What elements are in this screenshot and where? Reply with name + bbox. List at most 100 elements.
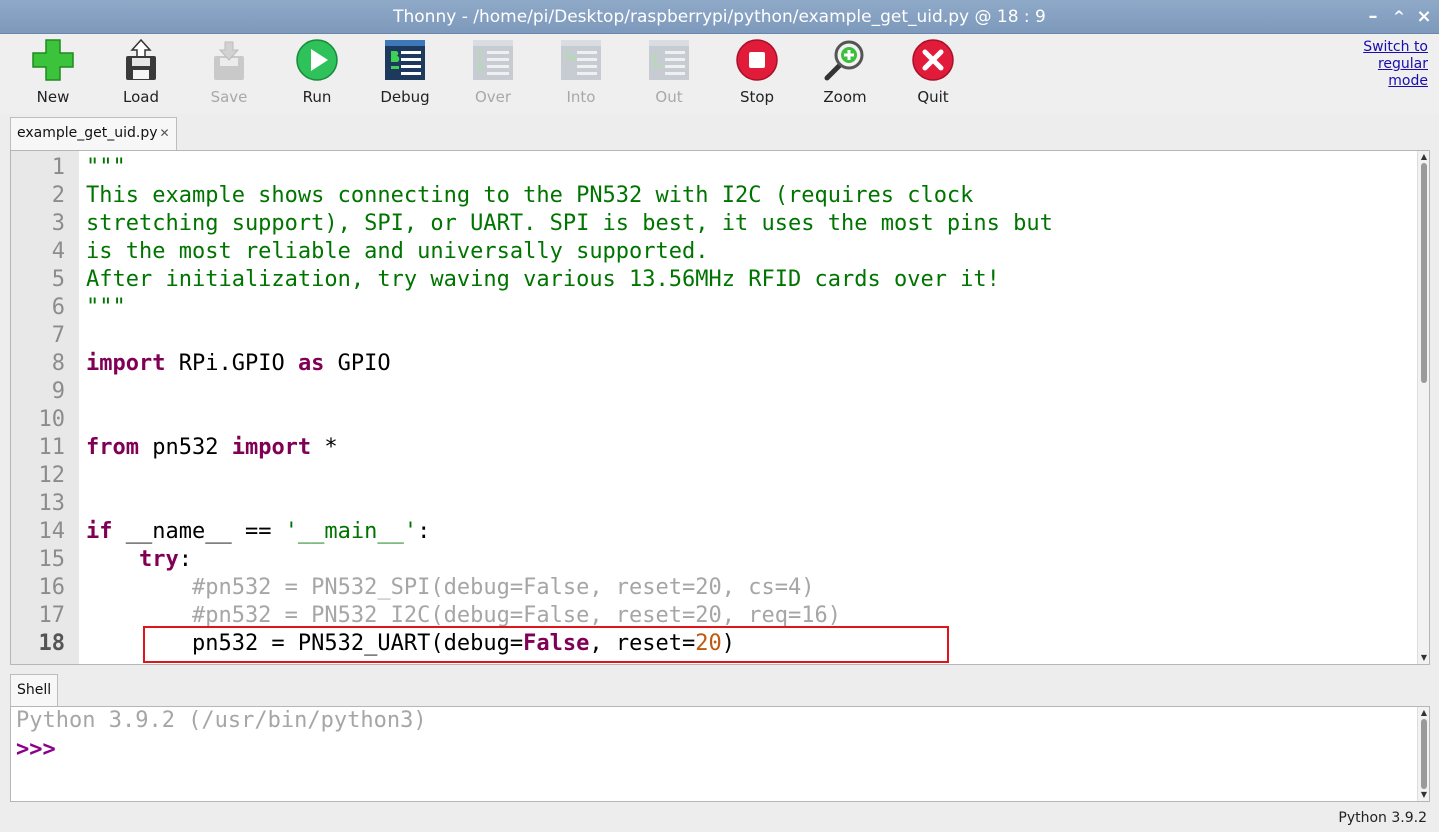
code-editor[interactable]: 1 2 3 4 5 6 7 8 9 10 11 12 13 14 15 16 1… xyxy=(10,150,1430,665)
keyword-import: import xyxy=(86,351,166,376)
scroll-down-icon[interactable]: ▼ xyxy=(1418,652,1429,664)
keyword-try: try xyxy=(138,547,179,572)
tab-close-icon[interactable]: ✕ xyxy=(160,126,170,140)
scrollbar-thumb[interactable] xyxy=(1421,163,1427,383)
shell-prompt: >>> xyxy=(16,737,56,762)
save-label: Save xyxy=(210,88,248,106)
line-number: 10 xyxy=(38,407,66,432)
code-text: * xyxy=(311,435,338,460)
editor-scrollbar[interactable]: ▲ ▼ xyxy=(1417,151,1429,664)
new-file-icon xyxy=(32,39,74,81)
line-number: 17 xyxy=(38,603,66,628)
scroll-up-icon[interactable]: ▲ xyxy=(1418,151,1429,163)
zoom-magnifier-icon xyxy=(824,40,864,81)
line-number: 12 xyxy=(38,463,66,488)
line-number: 14 xyxy=(38,519,66,544)
save-button[interactable]: Save xyxy=(189,38,269,110)
load-button[interactable]: Load xyxy=(101,38,181,110)
current-line-number: 18 xyxy=(38,631,66,656)
keyword-import: import xyxy=(231,435,312,460)
new-button[interactable]: New xyxy=(13,38,93,110)
code-line-11: from pn532 import * xyxy=(86,434,338,462)
out-label: Out xyxy=(655,88,683,106)
maximize-button[interactable]: ^ xyxy=(1388,6,1410,28)
load-label: Load xyxy=(123,88,159,106)
editor-tabstrip: example_get_uid.py ✕ xyxy=(10,117,1429,150)
debug-label: Debug xyxy=(380,88,430,106)
title-bar[interactable]: Thonny - /home/pi/Desktop/raspberrypi/py… xyxy=(0,0,1439,34)
zoom-button[interactable]: Zoom xyxy=(805,38,885,110)
shell-tabstrip: Shell xyxy=(10,674,1429,706)
stop-label: Stop xyxy=(739,88,775,106)
code-line-6: """ xyxy=(86,295,126,320)
close-window-button[interactable]: × xyxy=(1413,6,1435,28)
code-line-4: is the most reliable and universally sup… xyxy=(86,239,709,264)
shell-scrollbar[interactable]: ▲ ▼ xyxy=(1417,707,1429,801)
tab-example-get-uid[interactable]: example_get_uid.py ✕ xyxy=(10,117,177,150)
step-into-button[interactable]: Into xyxy=(541,38,621,110)
code-line-3: stretching support), SPI, or UART. SPI i… xyxy=(86,211,1053,236)
scrollbar-thumb[interactable] xyxy=(1421,719,1427,789)
debug-icon xyxy=(385,40,425,80)
into-label: Into xyxy=(566,88,596,106)
code-text: pn532 xyxy=(138,435,232,460)
code-line-2: This example shows connecting to the PN5… xyxy=(86,183,974,208)
minimize-button[interactable]: – xyxy=(1362,6,1384,28)
over-label: Over xyxy=(474,88,512,106)
thonny-window: Thonny - /home/pi/Desktop/raspberrypi/py… xyxy=(0,0,1439,832)
code-line-15: try: xyxy=(86,546,192,574)
quit-label: Quit xyxy=(917,88,949,106)
code-text: : xyxy=(178,547,192,572)
line-number: 4 xyxy=(51,239,65,264)
code-text: GPIO xyxy=(324,351,391,376)
run-label: Run xyxy=(302,88,332,106)
step-out-button[interactable]: Out xyxy=(629,38,709,110)
line-number: 16 xyxy=(38,575,66,600)
line-number: 5 xyxy=(51,267,65,292)
scroll-up-icon[interactable]: ▲ xyxy=(1418,707,1429,719)
line-number: 9 xyxy=(51,379,65,404)
keyword-as: as xyxy=(297,351,325,376)
line-number: 11 xyxy=(38,435,66,460)
run-button[interactable]: Run xyxy=(277,38,357,110)
switch-to-regular-mode-link[interactable]: Switch to regular mode xyxy=(1348,39,1428,90)
step-over-button[interactable]: Over xyxy=(453,38,533,110)
code-text: __name__ == xyxy=(112,519,285,544)
string-literal: '__main__' xyxy=(284,519,418,544)
keyword-from: from xyxy=(86,435,139,460)
stop-button[interactable]: Stop xyxy=(717,38,797,110)
keyword-if: if xyxy=(86,519,113,544)
shell-console[interactable]: Python 3.9.2 (/usr/bin/python3) >>> ▲ ▼ xyxy=(10,706,1430,802)
shell-banner: Python 3.9.2 (/usr/bin/python3) xyxy=(16,708,427,733)
scroll-down-icon[interactable]: ▼ xyxy=(1418,789,1429,801)
line-number: 2 xyxy=(51,183,65,208)
step-out-icon xyxy=(649,40,689,80)
tab-label: example_get_uid.py xyxy=(17,125,158,141)
interpreter-status[interactable]: Python 3.9.2 xyxy=(1338,810,1427,826)
window-title: Thonny - /home/pi/Desktop/raspberrypi/py… xyxy=(393,7,1046,27)
code-line-1: """ xyxy=(86,155,126,180)
line-number: 3 xyxy=(51,211,65,236)
line-number-gutter: 1 2 3 4 5 6 7 8 9 10 11 12 13 14 15 16 1… xyxy=(11,151,79,664)
run-play-icon xyxy=(296,39,338,81)
toolbar: New Load Save Run Debug Over Into Out St… xyxy=(0,34,1439,114)
code-line-14: if __name__ == '__main__': xyxy=(86,518,430,546)
quit-button[interactable]: Quit xyxy=(893,38,973,110)
line-number: 1 xyxy=(51,155,65,180)
step-over-icon xyxy=(473,40,513,80)
load-floppy-icon xyxy=(126,38,156,80)
line-number: 13 xyxy=(38,491,66,516)
save-floppy-icon xyxy=(214,41,244,80)
line-number: 8 xyxy=(51,351,65,376)
new-label: New xyxy=(36,88,70,106)
tab-shell[interactable]: Shell xyxy=(10,674,59,706)
code-text: RPi.GPIO xyxy=(165,351,298,376)
zoom-label: Zoom xyxy=(823,88,867,106)
quit-x-icon xyxy=(912,39,954,81)
highlight-box xyxy=(143,626,949,663)
code-line-8: import RPi.GPIO as GPIO xyxy=(86,350,391,378)
status-bar: Python 3.9.2 xyxy=(0,806,1439,832)
debug-button[interactable]: Debug xyxy=(365,38,445,110)
code-line-16-comment: #pn532 = PN532_SPI(debug=False, reset=20… xyxy=(86,575,815,600)
